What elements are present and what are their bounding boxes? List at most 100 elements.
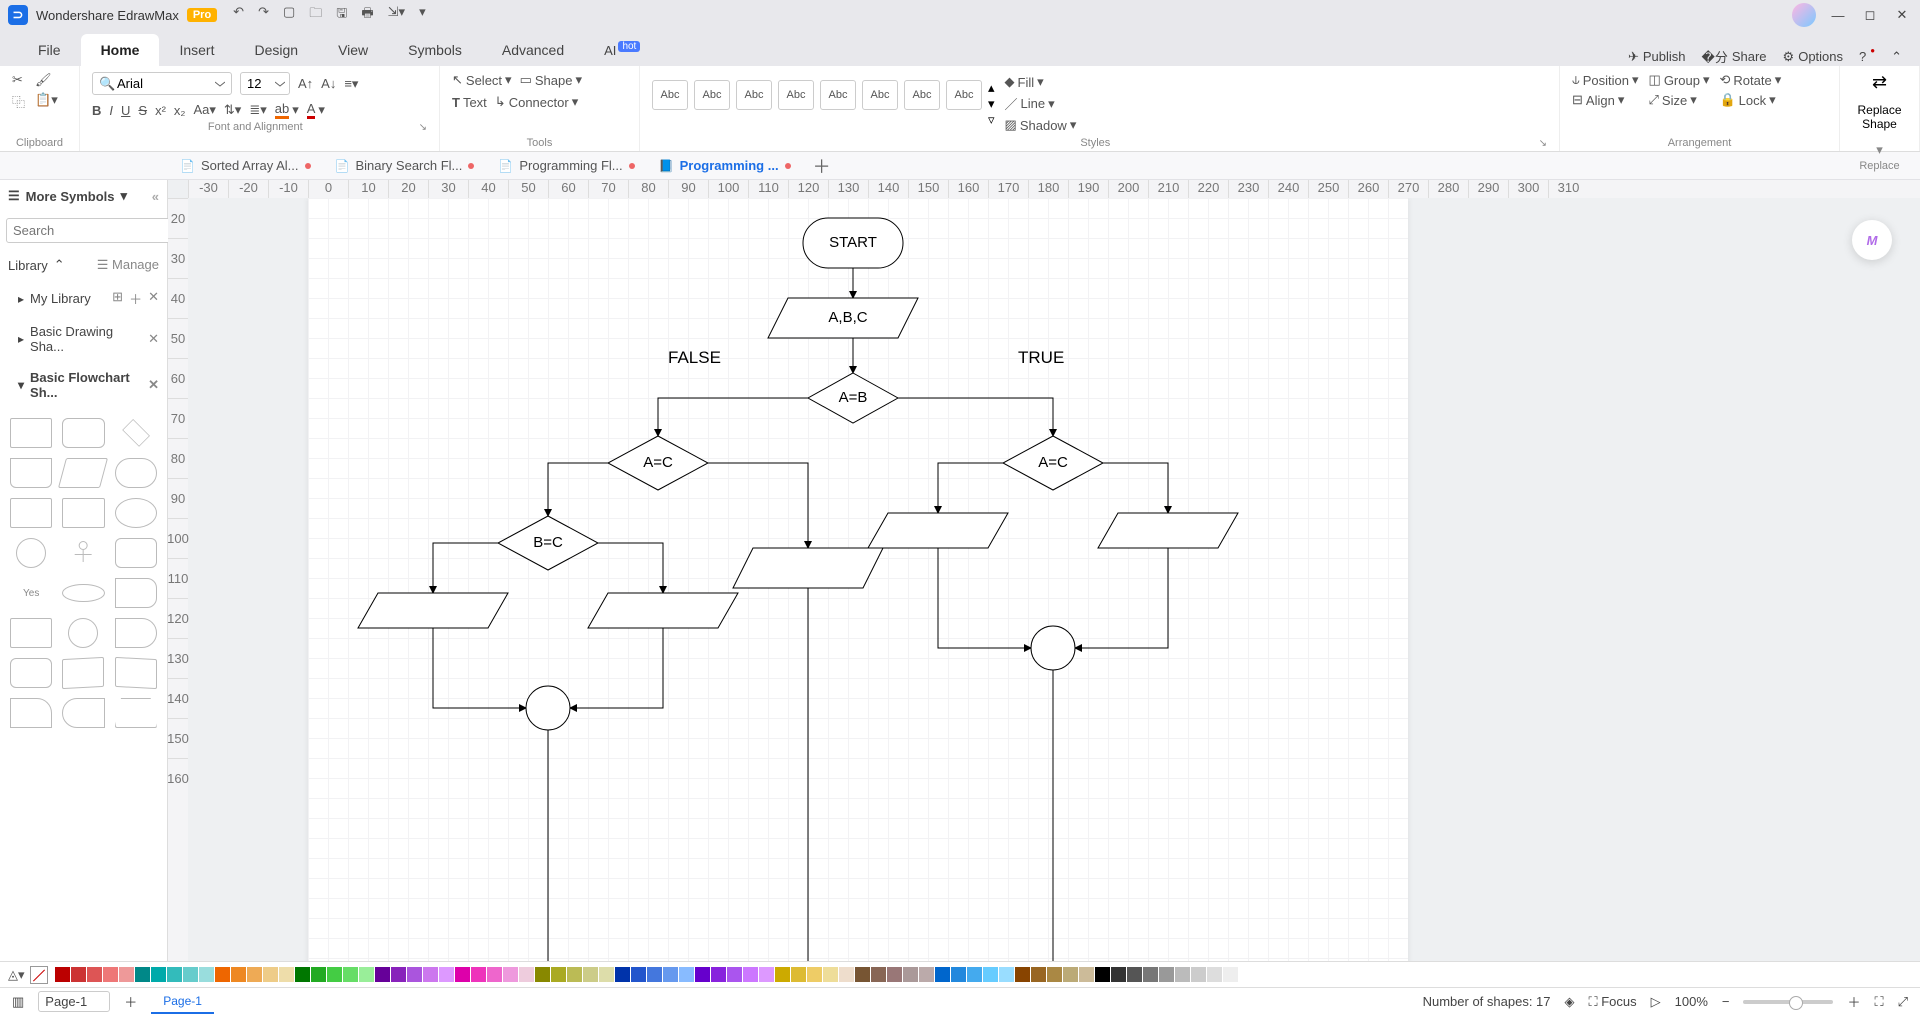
print-icon[interactable]: 🖶 (361, 4, 373, 26)
drawing-page[interactable]: START A,B,C A=B FALSE TRUE (308, 198, 1408, 961)
focus-button[interactable]: ⛶ Focus (1589, 994, 1637, 1010)
shape-delay[interactable] (115, 578, 157, 608)
color-swatch[interactable] (839, 967, 854, 982)
font-color-icon[interactable]: A▾ (307, 101, 325, 119)
underline-icon[interactable]: U (121, 103, 130, 118)
color-swatch[interactable] (631, 967, 646, 982)
color-swatch[interactable] (263, 967, 278, 982)
node-input[interactable]: A,B,C (828, 309, 867, 326)
color-swatch[interactable] (615, 967, 630, 982)
shape-alt[interactable] (10, 658, 52, 688)
color-swatch[interactable] (1207, 967, 1222, 982)
add-tab-icon[interactable]: ＋ (805, 153, 839, 179)
node-ab[interactable]: A=B (839, 389, 868, 406)
color-swatch[interactable] (1047, 967, 1062, 982)
more-icon[interactable]: ▾ (419, 4, 426, 26)
page-list-icon[interactable]: ▥ (12, 994, 24, 1010)
color-swatch[interactable] (599, 967, 614, 982)
shadow-button[interactable]: ▨ Shadow▾ (1005, 117, 1077, 133)
color-swatch[interactable] (1159, 967, 1174, 982)
color-swatch[interactable] (135, 967, 150, 982)
color-swatch[interactable] (343, 967, 358, 982)
style-preset[interactable]: Abc (736, 80, 772, 110)
shape-manual[interactable] (115, 698, 157, 728)
node-ac-left[interactable]: A=C (643, 454, 673, 471)
color-swatch[interactable] (151, 967, 166, 982)
color-swatch[interactable] (407, 967, 422, 982)
case-icon[interactable]: Aa▾ (193, 102, 215, 118)
format-painter-icon[interactable]: 🖌 (35, 72, 58, 88)
shape-direct[interactable] (115, 618, 157, 648)
style-preset[interactable]: Abc (904, 80, 940, 110)
menu-home[interactable]: Home (81, 34, 160, 66)
style-preset[interactable]: Abc (652, 80, 688, 110)
publish-button[interactable]: ✈ Publish (1628, 49, 1686, 65)
doc-tab[interactable]: 📄 Binary Search Fl... (325, 154, 485, 177)
color-swatch[interactable] (743, 967, 758, 982)
styles-gallery[interactable]: Abc Abc Abc Abc Abc Abc Abc Abc ▴▾▿ (652, 80, 995, 128)
color-swatch[interactable] (487, 967, 502, 982)
shape-display[interactable] (62, 698, 104, 728)
color-swatch[interactable] (1239, 967, 1254, 982)
color-swatch[interactable] (1015, 967, 1030, 982)
color-swatch[interactable] (823, 967, 838, 982)
menu-symbols[interactable]: Symbols (388, 34, 482, 66)
color-swatch[interactable] (455, 967, 470, 982)
style-preset[interactable]: Abc (694, 80, 730, 110)
superscript-icon[interactable]: x² (155, 103, 166, 118)
close-lib-icon[interactable]: ✕ (148, 331, 159, 347)
node-join-left[interactable] (526, 686, 570, 730)
select-tool[interactable]: ↖ Select ▾ (452, 72, 512, 88)
color-swatch[interactable] (167, 967, 182, 982)
strike-icon[interactable]: S (138, 103, 147, 118)
color-swatch[interactable] (375, 967, 390, 982)
menu-file[interactable]: File (18, 34, 81, 66)
shape-internal[interactable] (62, 498, 104, 528)
color-swatch[interactable] (871, 967, 886, 982)
color-swatch[interactable] (279, 967, 294, 982)
collapse-ribbon-icon[interactable]: ⌃ (1891, 49, 1902, 65)
color-swatch[interactable] (327, 967, 342, 982)
fullscreen-icon[interactable]: ⤢ (1898, 994, 1908, 1010)
color-swatch[interactable] (727, 967, 742, 982)
color-swatch[interactable] (967, 967, 982, 982)
color-swatch[interactable] (535, 967, 550, 982)
presentation-icon[interactable]: ▷ (1651, 994, 1661, 1010)
color-swatch[interactable] (999, 967, 1014, 982)
menu-insert[interactable]: Insert (159, 34, 234, 66)
color-swatch[interactable] (695, 967, 710, 982)
page-select[interactable]: Page-1 (38, 991, 110, 1012)
color-swatch[interactable] (887, 967, 902, 982)
add-icon[interactable]: ＋ (129, 289, 142, 308)
zoom-level[interactable]: 100% (1675, 994, 1708, 1009)
rotate-button[interactable]: ⟲ Rotate▾ (1719, 72, 1781, 88)
color-swatch[interactable] (1095, 967, 1110, 982)
color-swatch[interactable] (983, 967, 998, 982)
color-swatch[interactable] (359, 967, 374, 982)
style-preset[interactable]: Abc (778, 80, 814, 110)
color-swatch[interactable] (439, 967, 454, 982)
style-preset[interactable]: Abc (862, 80, 898, 110)
shape-frame[interactable] (10, 618, 52, 648)
line-button[interactable]: ／ Line▾ (1005, 94, 1077, 113)
color-swatch[interactable] (1143, 967, 1158, 982)
color-swatch[interactable] (935, 967, 950, 982)
color-swatch[interactable] (551, 967, 566, 982)
avatar[interactable] (1792, 3, 1816, 27)
line-spacing-icon[interactable]: ⇅▾ (224, 102, 241, 118)
color-swatch[interactable] (903, 967, 918, 982)
font-launcher-icon[interactable]: ↘ (419, 122, 427, 133)
options-button[interactable]: ⚙ Options (1783, 49, 1843, 65)
maximize-icon[interactable]: ◻ (1860, 7, 1880, 23)
shape-annotation[interactable]: Yes (10, 578, 52, 608)
shape-tool[interactable]: ▭ Shape ▾ (520, 72, 582, 88)
increase-font-icon[interactable]: A↑ (298, 76, 313, 91)
library-header[interactable]: Library ⌃☰ Manage (0, 249, 167, 281)
replace-shape-button[interactable]: Replace Shape (1852, 103, 1907, 132)
gallery-more-icon[interactable]: ▿ (988, 112, 995, 128)
color-swatch[interactable] (519, 967, 534, 982)
connector-tool[interactable]: ↳ Connector ▾ (495, 94, 578, 110)
color-swatch[interactable] (1063, 967, 1078, 982)
color-swatch[interactable] (775, 967, 790, 982)
node-o3[interactable] (733, 548, 883, 588)
